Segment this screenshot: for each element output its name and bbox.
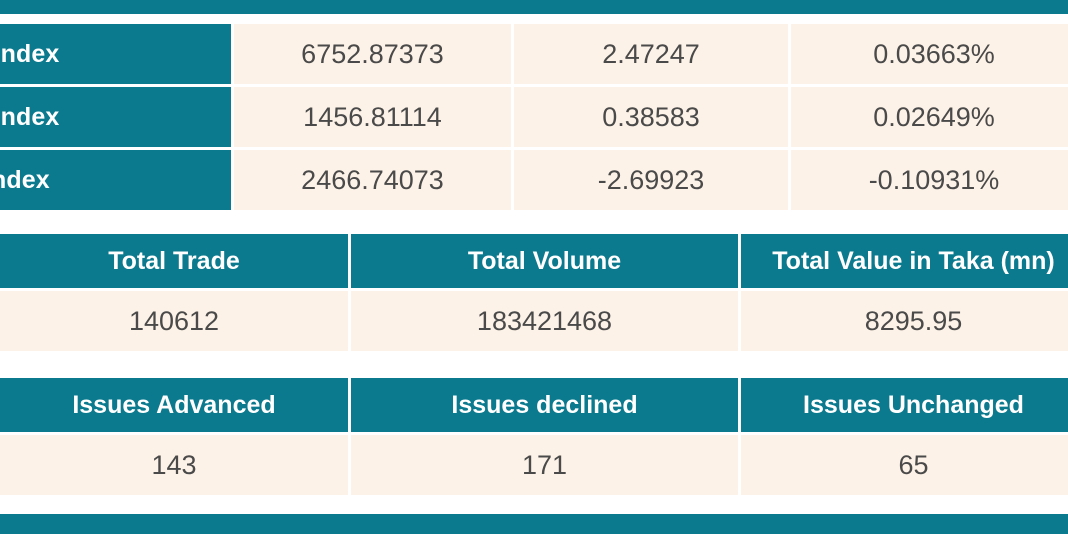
index-label-ds30-suffix: Index (0, 165, 50, 194)
header-issues-advanced: Issues Advanced (0, 378, 348, 435)
header-total-value-taka: Total Value in Taka (mn) (738, 234, 1068, 291)
top-teal-bar (0, 0, 1068, 14)
table-row: DSEX Index 6752.87373 2.47247 0.03663% (0, 24, 1068, 87)
totals-table: Total Trade Total Volume Total Value in … (0, 234, 1068, 351)
table-row: DSES Index 1456.81114 0.38583 0.02649% (0, 87, 1068, 150)
header-total-volume: Total Volume (348, 234, 738, 291)
index-change-ds30: -2.69923 (511, 150, 788, 210)
index-label-dsex-suffix: Index (0, 39, 60, 68)
value-total-trade: 140612 (0, 291, 348, 351)
index-change-dsex: 2.47247 (511, 24, 788, 87)
index-table: DSEX Index 6752.87373 2.47247 0.03663% D… (0, 24, 1068, 210)
table-row: 140612 183421468 8295.95 (0, 291, 1068, 351)
index-change-dses: 0.38583 (511, 87, 788, 150)
table-header-row: Issues Advanced Issues declined Issues U… (0, 378, 1068, 435)
market-summary-page: DSEX Index 6752.87373 2.47247 0.03663% D… (0, 0, 1068, 534)
header-issues-unchanged: Issues Unchanged (738, 378, 1068, 435)
index-value-dsex: 6752.87373 (231, 24, 511, 87)
table-row: DS30 Index 2466.74073 -2.69923 -0.10931% (0, 150, 1068, 210)
value-total-value-taka: 8295.95 (738, 291, 1068, 351)
index-percent-dses: 0.02649% (788, 87, 1068, 150)
value-issues-declined: 171 (348, 435, 738, 495)
header-total-trade: Total Trade (0, 234, 348, 291)
issues-table: Issues Advanced Issues declined Issues U… (0, 378, 1068, 495)
index-value-ds30: 2466.74073 (231, 150, 511, 210)
index-label-dses-suffix: Index (0, 102, 60, 131)
value-issues-advanced: 143 (0, 435, 348, 495)
header-issues-declined: Issues declined (348, 378, 738, 435)
table-row: 143 171 65 (0, 435, 1068, 495)
value-issues-unchanged: 65 (738, 435, 1068, 495)
value-total-volume: 183421468 (348, 291, 738, 351)
index-label-ds30: DS30 Index (0, 150, 231, 210)
index-value-dses: 1456.81114 (231, 87, 511, 150)
bottom-teal-bar (0, 514, 1068, 534)
index-percent-dsex: 0.03663% (788, 24, 1068, 87)
index-label-dsex: DSEX Index (0, 24, 231, 87)
table-header-row: Total Trade Total Volume Total Value in … (0, 234, 1068, 291)
index-percent-ds30: -0.10931% (788, 150, 1068, 210)
index-label-dses: DSES Index (0, 87, 231, 150)
